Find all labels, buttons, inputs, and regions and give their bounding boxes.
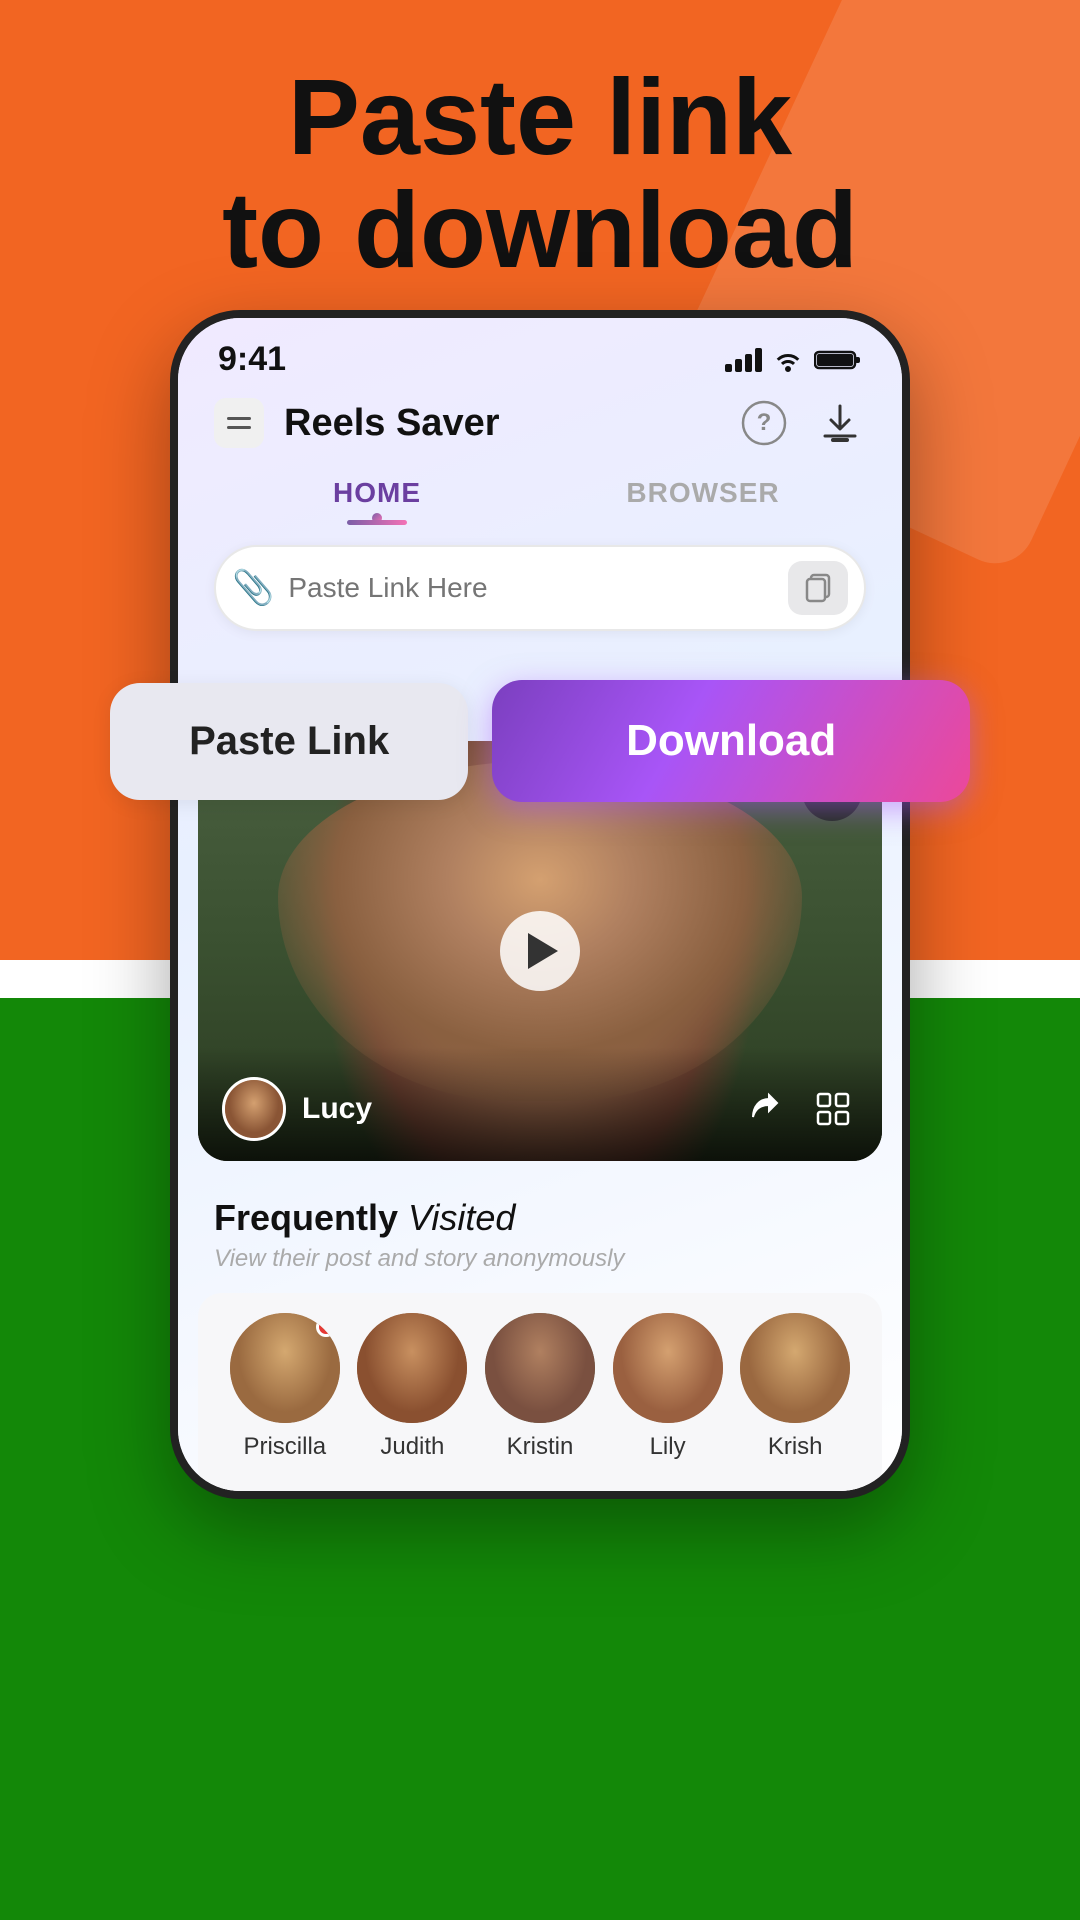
video-footer: Lucy: [198, 1047, 882, 1161]
play-button[interactable]: [500, 911, 580, 991]
hero-title-line1: Paste link: [60, 60, 1020, 173]
video-user-info: Lucy: [222, 1077, 372, 1141]
user-name-kristin: Kristin: [507, 1433, 574, 1461]
download-history-button[interactable]: [814, 397, 866, 449]
notification-dot: [316, 1317, 336, 1337]
video-user-avatar: [222, 1077, 286, 1141]
users-row: Priscilla Judith Kristin Lily Krish: [198, 1293, 882, 1491]
grid-icon[interactable]: [808, 1084, 858, 1134]
avatar-priscilla: [230, 1313, 340, 1423]
user-name-priscilla: Priscilla: [243, 1433, 326, 1461]
app-header: Reels Saver ?: [178, 387, 902, 465]
phone-screen: 9:41: [178, 318, 902, 1491]
section-subtitle: View their post and story anonymously: [178, 1245, 902, 1293]
link-icon: 📎: [232, 568, 274, 608]
video-card[interactable]: Lucy: [198, 741, 882, 1161]
section-title: Frequently Visited: [178, 1189, 902, 1245]
status-icons: [725, 348, 862, 372]
status-bar: 9:41: [178, 318, 902, 387]
user-name-judith: Judith: [380, 1433, 444, 1461]
action-buttons-container: Paste Link Download: [110, 680, 970, 802]
svg-text:?: ?: [757, 409, 772, 436]
avatar-krish: [740, 1313, 850, 1423]
share-icon[interactable]: [738, 1084, 788, 1134]
user-item-priscilla[interactable]: Priscilla: [228, 1313, 342, 1461]
avatar-kristin: [485, 1313, 595, 1423]
header-left: Reels Saver: [214, 398, 500, 448]
signal-icon: [725, 348, 762, 372]
user-item-kristin[interactable]: Kristin: [483, 1313, 597, 1461]
tab-home[interactable]: HOME: [214, 465, 540, 525]
user-item-lily[interactable]: Lily: [611, 1313, 725, 1461]
header-right: ?: [738, 397, 866, 449]
paste-link-input[interactable]: [288, 572, 774, 604]
paste-link-button[interactable]: Paste Link: [110, 683, 468, 800]
download-button[interactable]: Download: [492, 680, 970, 802]
hero-title: Paste link to download: [0, 60, 1080, 287]
tabs: HOME BROWSER: [178, 465, 902, 525]
menu-button[interactable]: [214, 398, 264, 448]
phone-frame: 9:41: [170, 310, 910, 1499]
user-item-judith[interactable]: Judith: [356, 1313, 470, 1461]
hero-title-line2: to download: [60, 173, 1020, 286]
user-name-krish: Krish: [768, 1433, 823, 1461]
tab-browser[interactable]: BROWSER: [540, 465, 866, 525]
avatar-lily: [613, 1313, 723, 1423]
section-title-italic: Visited: [408, 1197, 515, 1239]
phone-mockup: Paste Link Download 9:41: [170, 310, 910, 1499]
battery-icon: [814, 348, 862, 372]
section-title-bold: Frequently: [214, 1197, 398, 1239]
user-name-lily: Lily: [650, 1433, 686, 1461]
status-time: 9:41: [218, 340, 286, 379]
video-username: Lucy: [302, 1092, 372, 1126]
clipboard-button[interactable]: [788, 561, 848, 615]
wifi-icon: [772, 348, 804, 372]
app-title: Reels Saver: [284, 402, 500, 445]
avatar-judith: [357, 1313, 467, 1423]
video-actions: [738, 1084, 858, 1134]
user-item-krish[interactable]: Krish: [738, 1313, 852, 1461]
paste-input-row: 📎: [214, 545, 866, 631]
help-button[interactable]: ?: [738, 397, 790, 449]
